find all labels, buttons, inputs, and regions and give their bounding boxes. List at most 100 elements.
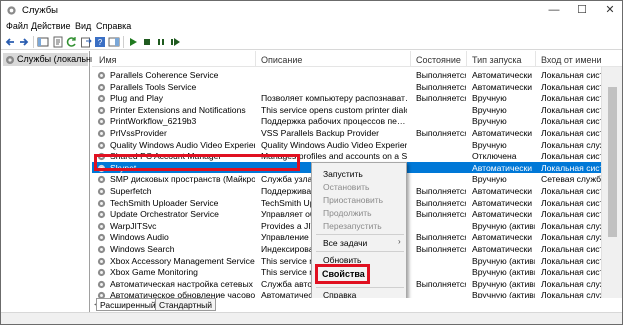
table-row[interactable]: Quality Windows Audio Video Experience Qu…	[92, 139, 601, 151]
cell-status: Выполняется	[416, 209, 466, 220]
services-gear-icon	[7, 6, 16, 15]
cell-logon-as: Локальная систе	[541, 128, 601, 138]
cell-status: Выполняется	[416, 186, 466, 196]
cell-startup-type: Автоматически (…	[472, 244, 535, 254]
menu-file[interactable]: Файл	[6, 21, 28, 31]
cell-status: Выполняется	[416, 197, 466, 208]
column-divider[interactable]	[255, 51, 256, 67]
cell-name: Update Orchestrator Service	[110, 209, 219, 220]
properties-sheet-icon[interactable]	[52, 36, 64, 48]
column-divider[interactable]	[466, 51, 467, 67]
forward-arrow-icon[interactable]	[18, 36, 30, 48]
cell-status: Выполняется	[416, 244, 466, 254]
service-gear-icon	[97, 234, 106, 242]
cell-name: Автоматическая настройка сетевых устрой…	[110, 278, 255, 289]
column-divider[interactable]	[410, 51, 411, 67]
export-list-icon[interactable]	[80, 36, 92, 48]
cell-logon-as: Локальная систе	[541, 151, 601, 162]
column-description[interactable]: Описание	[261, 55, 302, 65]
cell-startup-type: Вручную	[472, 93, 507, 104]
cell-name: Xbox Game Monitoring	[110, 267, 198, 278]
back-arrow-icon[interactable]	[4, 36, 16, 48]
ctx-separator	[316, 234, 404, 235]
cell-startup-type: Вручную (активи…	[472, 255, 535, 266]
close-button[interactable]: ✕	[599, 1, 621, 20]
menu-help[interactable]: Справка	[96, 21, 131, 31]
cell-name: WarpJITSvc	[110, 220, 157, 231]
cell-startup-type: Вручную	[472, 116, 507, 127]
service-gear-icon	[97, 269, 106, 277]
cell-name: TechSmith Uploader Service	[110, 197, 219, 208]
service-gear-icon	[97, 257, 106, 265]
menu-action[interactable]: Действие	[31, 21, 71, 31]
column-divider[interactable]	[535, 51, 536, 67]
table-row[interactable]: Parallels Tools Service Выполняется Автома…	[92, 81, 601, 93]
cell-description: Позволяет компьютеру распознават…	[261, 93, 407, 104]
start-service-icon[interactable]	[127, 36, 139, 48]
tab-standard[interactable]: Стандартный	[155, 298, 217, 311]
toolbar-separator	[123, 36, 124, 48]
column-status[interactable]: Состояние	[416, 55, 461, 65]
help-icon[interactable]: ?	[94, 36, 106, 48]
pause-service-icon[interactable]	[155, 36, 167, 48]
column-name[interactable]: Имя	[99, 55, 117, 65]
table-row[interactable]: PrlVssProvider VSS Parallels Backup Provi…	[92, 127, 601, 139]
column-logon-as[interactable]: Вход от имени	[541, 55, 602, 65]
service-gear-icon	[97, 292, 106, 298]
cell-startup-type: Вручную	[472, 104, 507, 115]
refresh-icon[interactable]	[66, 36, 78, 48]
cell-description: VSS Parallels Backup Provider	[261, 128, 379, 138]
scrollbar-thumb[interactable]	[608, 87, 617, 237]
cell-startup-type: Вручную	[472, 174, 507, 185]
show-hide-icon[interactable]	[108, 36, 120, 48]
cell-logon-as: Локальная систе	[541, 186, 601, 196]
cell-name: Printer Extensions and Notifications	[110, 104, 246, 115]
context-menu: Запустить Остановить Приостановить Продо…	[311, 162, 407, 302]
svg-text:?: ?	[98, 38, 103, 47]
console-tree-icon[interactable]	[37, 36, 49, 48]
column-header: Имя Описание Состояние Тип запуска Вход …	[92, 51, 622, 67]
cell-logon-as: Сетевая служба	[541, 174, 601, 185]
table-row[interactable]: Printer Extensions and Notifications This…	[92, 104, 601, 116]
cell-startup-type: Автоматически	[472, 162, 533, 173]
title-bar: Службы — ☐ ✕	[1, 1, 622, 20]
maximize-button[interactable]: ☐	[571, 1, 593, 20]
service-gear-icon	[97, 118, 106, 126]
cell-logon-as: Локальная систе	[541, 197, 601, 208]
service-gear-icon	[97, 106, 106, 114]
table-row[interactable]: Parallels Coherence Service Выполняется Ав…	[92, 69, 601, 81]
service-gear-icon	[97, 176, 106, 184]
cell-logon-as: Локальная служ	[541, 278, 601, 289]
service-gear-icon	[97, 83, 106, 91]
cell-logon-as: Локальная служ	[541, 139, 601, 150]
cell-name: PrintWorkflow_6219b3	[110, 116, 197, 127]
cell-name: PrlVssProvider	[110, 128, 167, 138]
cell-status: Выполняется	[416, 70, 466, 80]
stop-service-icon[interactable]	[141, 36, 153, 48]
cell-logon-as: Локальная систе	[541, 162, 601, 173]
cell-startup-type: Автоматически	[472, 128, 533, 138]
ctx-separator	[316, 287, 404, 288]
menu-view[interactable]: Вид	[75, 21, 91, 31]
cell-name: SMP дисковых пространств (Майкрософт)	[110, 174, 255, 185]
skynet-highlight-frame	[94, 154, 300, 171]
minimize-button[interactable]: —	[543, 1, 565, 20]
cell-logon-as: Локальная систе	[541, 70, 601, 80]
window-title: Службы	[22, 5, 58, 16]
ctx-properties[interactable]: Свойства	[315, 264, 370, 284]
ctx-start[interactable]: Запустить	[323, 169, 363, 179]
cell-status: Выполняется	[416, 81, 466, 92]
tree-item-local-services[interactable]: Службы (локальные)	[3, 53, 105, 66]
ctx-all-tasks[interactable]: Все задачи	[323, 238, 367, 248]
cell-startup-type: Вручную	[472, 139, 507, 150]
tab-extended[interactable]: Расширенный	[96, 298, 160, 311]
vertical-scrollbar[interactable]	[601, 67, 622, 298]
restart-service-icon[interactable]	[169, 36, 181, 48]
table-row[interactable]: Plug and Play Позволяет компьютеру распоз…	[92, 92, 601, 104]
cell-startup-type: Автоматически	[472, 70, 533, 80]
table-row[interactable]: PrintWorkflow_6219b3 Поддержка рабочих пр…	[92, 115, 601, 127]
column-startup-type[interactable]: Тип запуска	[472, 55, 522, 65]
cell-startup-type: Автоматически	[472, 186, 533, 196]
cell-startup-type: Автоматически	[472, 232, 533, 243]
cell-startup-type: Вручную (активи…	[472, 220, 535, 231]
